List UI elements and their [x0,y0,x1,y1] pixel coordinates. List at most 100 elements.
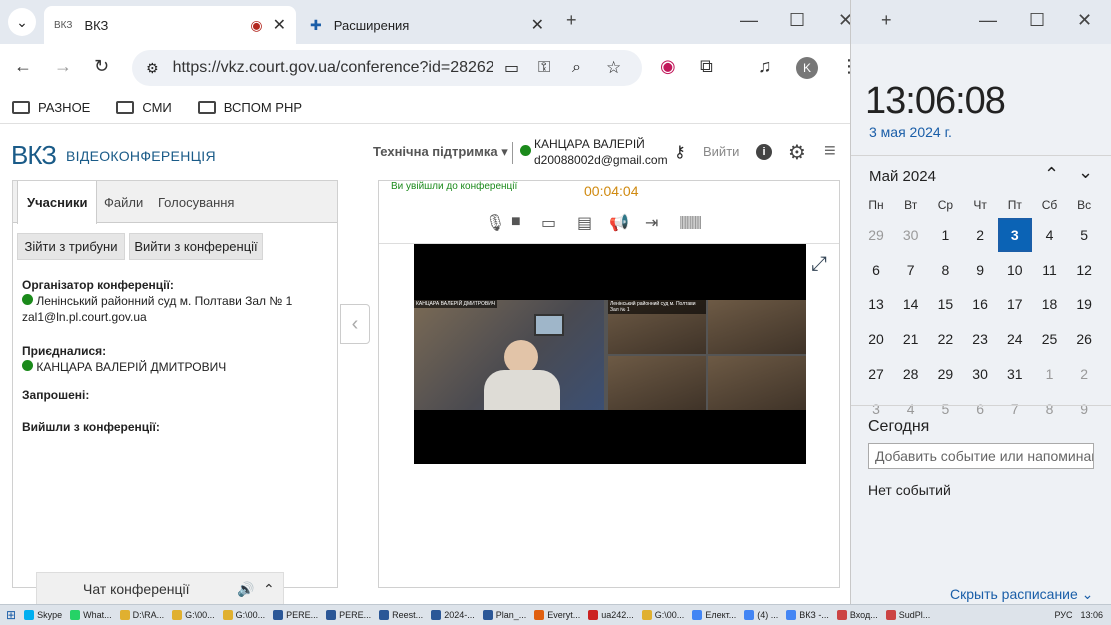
site-settings-icon[interactable]: ⚙ [146,60,159,77]
taskbar-item[interactable]: Everyt... [534,610,580,620]
calendar-day[interactable]: 13 [859,287,893,321]
calendar-day[interactable]: 7 [894,253,928,287]
taskbar-item[interactable]: G:\00... [172,610,215,620]
calendar-day[interactable]: 22 [928,322,962,356]
calendar-day[interactable]: 23 [963,322,997,356]
taskbar-item[interactable]: G:\00... [222,610,265,620]
back-icon[interactable]: ← [14,56,32,77]
taskbar-item[interactable]: SudPl... [885,610,930,620]
info-icon[interactable]: i [756,144,772,160]
taskbar-clock[interactable]: 13:06 [1080,610,1103,620]
profile-avatar[interactable]: K [796,57,818,79]
taskbar-item[interactable]: Plan_... [482,610,526,620]
calendar-day[interactable]: 2 [1067,357,1101,391]
calendar-day-today[interactable]: 3 [997,218,1032,252]
calendar-day[interactable]: 29 [859,218,893,252]
taskbar-item[interactable]: PERE... [273,610,318,620]
support-dropdown[interactable]: Технічна підтримка ▾ [373,144,508,160]
reload-icon[interactable]: ↻ [94,56,109,77]
maximize-icon[interactable]: ☐ [789,10,805,31]
taskbar-item[interactable]: Вход... [836,610,878,620]
clock-date[interactable]: 3 мая 2024 г. [869,124,952,140]
calendar-day[interactable]: 30 [963,357,997,391]
extensions-icon[interactable]: ⧉ [700,56,713,77]
leave-tribune-button[interactable]: Зійти з трибуни [17,233,125,260]
maximize-icon[interactable]: ☐ [1029,10,1045,31]
taskbar-item[interactable]: ua242... [588,610,634,620]
calendar-day[interactable]: 11 [1033,253,1067,287]
calendar-day[interactable]: 26 [1067,322,1101,356]
taskbar-item[interactable]: Reest... [379,610,423,620]
microphone-icon[interactable]: 🎙 [485,213,505,233]
calendar-day[interactable]: 25 [1033,322,1067,356]
tab-extensions[interactable]: ✚ Расширения ✕ [300,6,554,44]
new-tab-icon[interactable]: + [566,10,577,31]
new-tab-icon[interactable]: + [881,10,892,31]
settings-icon[interactable]: ⚙ [788,140,806,165]
calendar-day[interactable]: 18 [1033,287,1067,321]
hide-schedule-link[interactable]: Скрыть расписание ⌄ [950,586,1093,603]
calendar-day[interactable]: 5 [928,392,962,426]
calendar-day[interactable]: 14 [894,287,928,321]
calendar-day[interactable]: 15 [928,287,962,321]
calendar-month[interactable]: Май 2024 [869,168,936,185]
taskbar-item[interactable]: D:\RA... [119,610,164,620]
taskbar-item[interactable]: ВКЗ -... [786,610,829,620]
calendar-day[interactable]: 6 [859,253,893,287]
window-close-icon[interactable]: ✕ [1077,10,1092,31]
taskbar-item[interactable]: What... [70,610,112,620]
collapse-panel-button[interactable]: ‹ [340,304,370,344]
calendar-day[interactable]: 5 [1067,218,1101,252]
calendar-day[interactable]: 16 [963,287,997,321]
forward-icon[interactable]: → [54,56,72,77]
close-icon[interactable]: ✕ [531,15,544,35]
minimize-icon[interactable]: — [740,10,758,31]
calendar-day[interactable]: 20 [859,322,893,356]
megaphone-icon[interactable]: 📢 [609,213,629,233]
calendar-day[interactable]: 19 [1067,287,1101,321]
calendar-day[interactable]: 30 [894,218,928,252]
calendar-day[interactable]: 8 [1033,392,1067,426]
leave-conference-button[interactable]: Вийти з конференції [129,233,263,260]
calendar-day[interactable]: 31 [998,357,1032,391]
tab-files[interactable]: Файли [95,181,152,223]
calendar-day[interactable]: 27 [859,357,893,391]
video-camera-icon[interactable]: ■ [511,213,521,231]
tab-search-button[interactable]: ⌄ [8,8,36,36]
calendar-day[interactable]: 28 [894,357,928,391]
calendar-day[interactable]: 10 [998,253,1032,287]
windows-start-icon[interactable]: ⊞ [6,608,16,622]
calendar-day[interactable]: 29 [928,357,962,391]
document-icon[interactable]: ▤ [577,213,592,233]
calendar-day[interactable]: 9 [1067,392,1101,426]
calendar-day[interactable]: 24 [998,322,1032,356]
taskbar-item[interactable]: Елект... [692,610,736,620]
bookmark-folder[interactable]: ВСПОМ РНР [197,100,302,115]
bookmark-folder[interactable]: РАЗНОЕ [12,100,90,115]
exit-icon[interactable]: ⇥ [645,213,658,233]
taskbar-item[interactable]: Skype [24,610,62,620]
close-icon[interactable]: ✕ [273,15,286,35]
calendar-day[interactable]: 7 [998,392,1032,426]
bookmark-folder[interactable]: СМИ [116,100,172,115]
calendar-day[interactable]: 4 [1033,218,1067,252]
tab-vkz[interactable]: ВКЗ ВКЗ ◉ ✕ [44,6,296,44]
media-icon[interactable]: ♫ [758,56,772,77]
calendar-day[interactable]: 21 [894,322,928,356]
key-icon[interactable]: ⚷ [674,142,686,162]
language-indicator[interactable]: РУС [1054,610,1072,620]
tab-participants[interactable]: Учасники [17,181,98,224]
calendar-day[interactable]: 2 [963,218,997,252]
chevron-up-icon[interactable]: ⌃ [1044,164,1059,185]
calendar-day[interactable]: 9 [963,253,997,287]
tab-voting[interactable]: Голосування [149,181,243,223]
taskbar-item[interactable]: PERE... [326,610,371,620]
zoom-icon[interactable]: ⌕ [572,59,581,77]
add-event-input[interactable]: Добавить событие или напоминание [868,443,1094,469]
calendar-day[interactable]: 6 [963,392,997,426]
minimize-icon[interactable]: — [979,10,997,31]
calendar-day[interactable]: 8 [928,253,962,287]
screen-share-icon[interactable]: ▭ [541,213,556,233]
chevron-up-icon[interactable]: ⌃ [263,581,275,598]
taskbar-item[interactable]: G:\00... [641,610,684,620]
